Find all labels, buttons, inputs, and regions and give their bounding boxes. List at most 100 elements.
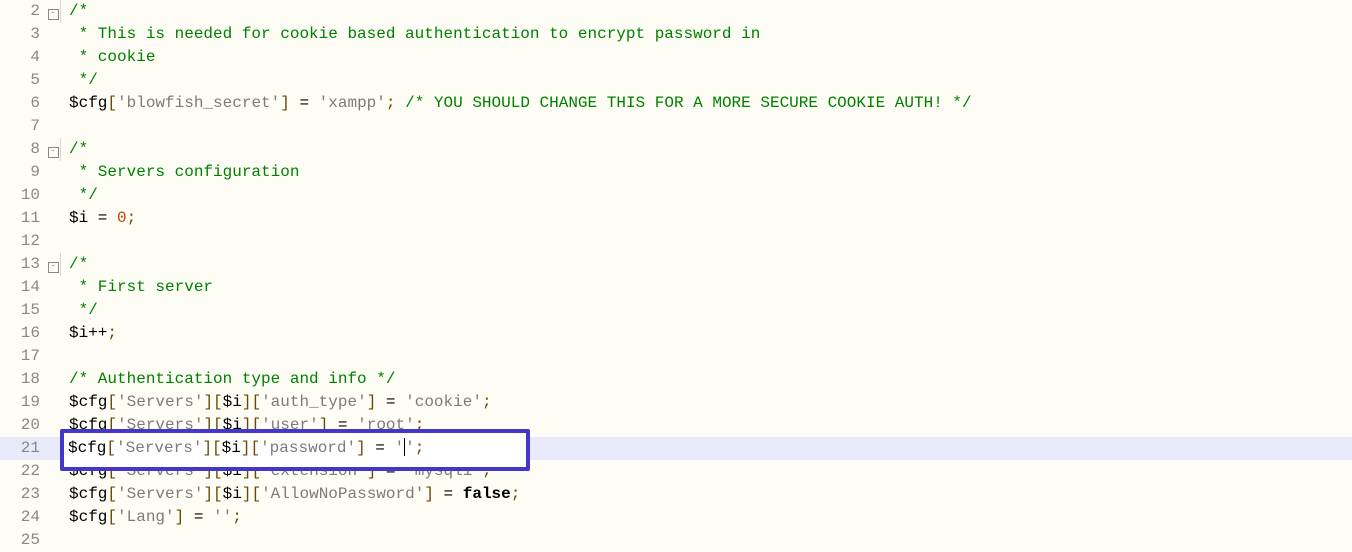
code-token: */ bbox=[69, 71, 98, 89]
code-token: false bbox=[463, 485, 511, 503]
code-token: $i bbox=[223, 393, 242, 411]
code-line[interactable]: 17 bbox=[0, 345, 1352, 368]
code-content[interactable]: $i = 0; bbox=[61, 207, 136, 230]
code-token: ] bbox=[203, 462, 213, 480]
code-token: ; bbox=[482, 462, 492, 480]
code-line[interactable]: 11 $i = 0; bbox=[0, 207, 1352, 230]
code-token: 'mysqli' bbox=[405, 462, 482, 480]
code-content[interactable]: $i++; bbox=[61, 322, 117, 345]
code-token: ] bbox=[319, 416, 329, 434]
code-content[interactable]: /* bbox=[61, 0, 88, 23]
code-token: 'auth_type' bbox=[261, 393, 367, 411]
code-token: [ bbox=[107, 508, 117, 526]
line-number: 23 bbox=[0, 483, 46, 506]
code-token: [ bbox=[107, 485, 117, 503]
code-token: ; bbox=[511, 485, 521, 503]
code-token: $i bbox=[69, 209, 88, 227]
code-token: [ bbox=[251, 485, 261, 503]
code-content[interactable]: $cfg['Servers'][$i]['auth_type'] = 'cook… bbox=[61, 391, 492, 414]
code-token: $cfg bbox=[69, 508, 107, 526]
code-line[interactable]: 2-/* bbox=[0, 0, 1352, 23]
code-line[interactable]: 3 * This is needed for cookie based auth… bbox=[0, 23, 1352, 46]
code-token: ] bbox=[175, 508, 185, 526]
fold-toggle-icon[interactable]: - bbox=[46, 138, 61, 161]
code-token: ] bbox=[203, 485, 213, 503]
code-token: /* bbox=[69, 140, 88, 158]
code-token: 'extension' bbox=[261, 462, 367, 480]
line-number: 11 bbox=[0, 207, 46, 230]
code-line[interactable]: 14 * First server bbox=[0, 276, 1352, 299]
code-line[interactable]: 13-/* bbox=[0, 253, 1352, 276]
code-content[interactable]: * Servers configuration bbox=[61, 161, 299, 184]
line-number: 6 bbox=[0, 92, 46, 115]
code-token: = bbox=[88, 209, 117, 227]
code-content[interactable]: */ bbox=[61, 299, 98, 322]
code-line[interactable]: 24 $cfg['Lang'] = ''; bbox=[0, 506, 1352, 529]
line-number: 16 bbox=[0, 322, 46, 345]
code-token: 'root' bbox=[357, 416, 415, 434]
line-number: 17 bbox=[0, 345, 46, 368]
code-token: $cfg bbox=[69, 94, 107, 112]
code-line[interactable]: 15 */ bbox=[0, 299, 1352, 322]
line-number: 14 bbox=[0, 276, 46, 299]
code-line[interactable]: 4 * cookie bbox=[0, 46, 1352, 69]
code-line[interactable]: 19$cfg['Servers'][$i]['auth_type'] = 'co… bbox=[0, 391, 1352, 414]
code-line[interactable]: 10 */ bbox=[0, 184, 1352, 207]
code-line[interactable]: 22$cfg['Servers'][$i]['extension'] = 'my… bbox=[0, 460, 1352, 483]
line-number: 15 bbox=[0, 299, 46, 322]
code-content[interactable]: */ bbox=[61, 184, 98, 207]
code-content[interactable]: $cfg['Servers'][$i]['extension'] = 'mysq… bbox=[61, 460, 492, 483]
code-content[interactable]: * This is needed for cookie based authen… bbox=[61, 23, 760, 46]
code-content[interactable]: $cfg['blowfish_secret'] = 'xampp'; /* YO… bbox=[61, 92, 972, 115]
code-content[interactable]: /* bbox=[61, 138, 88, 161]
line-number: 7 bbox=[0, 115, 46, 138]
code-content[interactable]: * First server bbox=[61, 276, 213, 299]
line-number: 22 bbox=[0, 460, 46, 483]
line-number: 3 bbox=[0, 23, 46, 46]
code-content[interactable]: $cfg['Servers'][$i]['user'] = 'root'; bbox=[61, 414, 424, 437]
code-token: $i bbox=[69, 324, 88, 342]
code-line[interactable]: 5 */ bbox=[0, 69, 1352, 92]
code-line[interactable]: 23$cfg['Servers'][$i]['AllowNoPassword']… bbox=[0, 483, 1352, 506]
line-number: 20 bbox=[0, 414, 46, 437]
code-token: = bbox=[328, 416, 357, 434]
code-token: * This is needed for cookie based authen… bbox=[69, 25, 760, 43]
code-token: */ bbox=[69, 186, 98, 204]
code-token: = bbox=[376, 393, 405, 411]
line-number: 13 bbox=[0, 253, 46, 276]
code-line[interactable]: 25 bbox=[0, 529, 1352, 552]
code-editor[interactable]: 2-/*3 * This is needed for cookie based … bbox=[0, 0, 1352, 552]
fold-toggle-icon[interactable]: - bbox=[46, 0, 61, 23]
code-token: 'Lang' bbox=[117, 508, 175, 526]
code-line[interactable]: 18/* Authentication type and info */ bbox=[0, 368, 1352, 391]
code-line[interactable]: 16 $i++; bbox=[0, 322, 1352, 345]
code-content[interactable]: $cfg['Servers'][$i]['AllowNoPassword'] =… bbox=[61, 483, 520, 506]
code-line[interactable]: 9 * Servers configuration bbox=[0, 161, 1352, 184]
code-line[interactable]: 8-/* bbox=[0, 138, 1352, 161]
code-token: $cfg bbox=[69, 485, 107, 503]
code-content[interactable]: * cookie bbox=[61, 46, 155, 69]
code-line[interactable]: 20 $cfg['Servers'][$i]['user'] = 'root'; bbox=[0, 414, 1352, 437]
code-token: 'user' bbox=[261, 416, 319, 434]
code-token: ; bbox=[415, 416, 425, 434]
line-number: 25 bbox=[0, 529, 46, 552]
code-line[interactable]: 6 $cfg['blowfish_secret'] = 'xampp'; /* Y… bbox=[0, 92, 1352, 115]
code-content[interactable]: $cfg['Lang'] = ''; bbox=[61, 506, 242, 529]
code-token: ] bbox=[203, 416, 213, 434]
code-token: = bbox=[376, 462, 405, 480]
code-token: * cookie bbox=[69, 48, 155, 66]
code-content[interactable]: /* Authentication type and info */ bbox=[61, 368, 395, 391]
code-token: [ bbox=[213, 393, 223, 411]
code-token: [ bbox=[251, 393, 261, 411]
code-content[interactable]: */ bbox=[61, 69, 98, 92]
code-token: [ bbox=[107, 462, 117, 480]
code-line[interactable]: 12 bbox=[0, 230, 1352, 253]
code-token: * First server bbox=[69, 278, 213, 296]
code-token: ; bbox=[386, 94, 396, 112]
code-line[interactable]: 7 bbox=[0, 115, 1352, 138]
code-content[interactable]: /* bbox=[61, 253, 88, 276]
code-token: /* YOU SHOULD CHANGE THIS FOR A MORE SEC… bbox=[396, 94, 972, 112]
code-token: [ bbox=[251, 462, 261, 480]
line-number: 24 bbox=[0, 506, 46, 529]
fold-toggle-icon[interactable]: - bbox=[46, 253, 61, 276]
